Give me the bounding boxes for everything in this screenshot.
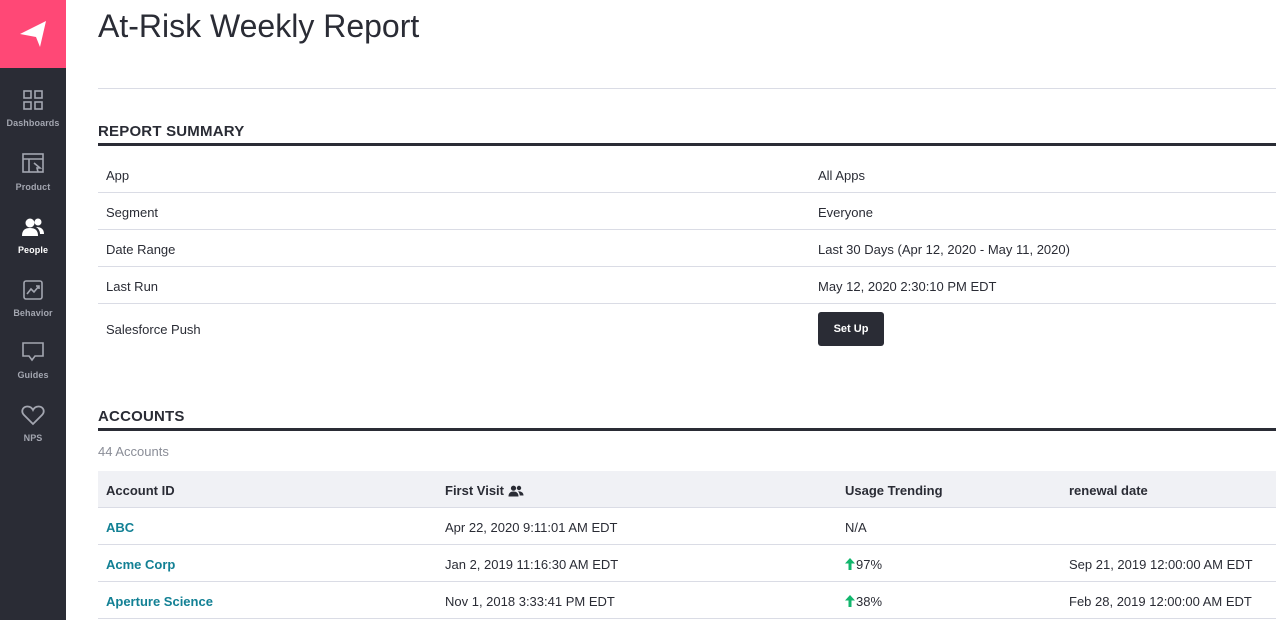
summary-row-date-range: Date Range Last 30 Days (Apr 12, 2020 - … [98,230,1276,267]
summary-value: Everyone [818,205,873,220]
sidebar-item-label: Dashboards [6,118,60,128]
summary-value: May 12, 2020 2:30:10 PM EDT [818,279,997,294]
summary-key: Segment [106,205,159,220]
trend-value: 38% [856,594,883,609]
section-rule [98,143,1276,146]
first-visit-cell: Nov 1, 2018 3:33:41 PM EDT [445,594,615,609]
first-visit-cell: Jan 2, 2019 11:16:30 AM EDT [445,557,619,572]
summary-value: Last 30 Days (Apr 12, 2020 - May 11, 202… [818,242,1070,257]
sidebar-item-nps[interactable]: NPS [0,403,66,443]
people-icon [21,215,45,239]
first-visit-cell: Apr 22, 2020 9:11:01 AM EDT [445,520,618,535]
column-header-label: First Visit [445,483,505,498]
summary-row-segment: Segment Everyone [98,193,1276,230]
chat-icon [21,340,45,364]
sidebar-item-label: Behavior [13,308,53,318]
column-header-renewal-date[interactable]: renewal date [1069,483,1148,498]
account-link[interactable]: Aperture Science [106,594,213,609]
page-title: At-Risk Weekly Report [98,8,420,44]
renewal-date-cell: Feb 28, 2019 12:00:00 AM EDT [1069,594,1252,609]
trend-up-icon [845,595,855,607]
sidebar: Dashboards Product People Behavior Guide… [0,0,66,620]
account-link[interactable]: Acme Corp [106,557,175,572]
chart-icon [21,278,45,302]
sidebar-item-guides[interactable]: Guides [0,340,66,380]
sidebar-item-dashboards[interactable]: Dashboards [0,88,66,128]
usage-trend-cell: 38% [845,594,882,609]
summary-key: App [106,168,130,183]
column-header-usage-trending[interactable]: Usage Trending [845,483,943,498]
renewal-date-cell: Sep 21, 2019 12:00:00 AM EDT [1069,557,1253,572]
summary-key: Salesforce Push [106,322,201,337]
pendo-logo[interactable] [0,0,66,68]
report-summary-heading: REPORT SUMMARY [98,123,245,140]
sidebar-item-label: Product [15,182,51,192]
summary-row-salesforce: Salesforce Push [98,304,1276,354]
trend-up-icon [845,558,855,570]
table-header: Account ID First Visit Usage Trending re… [98,471,1276,508]
usage-trend-cell: 97% [845,557,882,572]
sidebar-item-behavior[interactable]: Behavior [0,278,66,318]
table-row: Acme Corp Jan 2, 2019 11:16:30 AM EDT 97… [98,545,1276,582]
sidebar-item-label: Guides [17,370,49,380]
grid-icon [21,88,45,112]
summary-row-app: App All Apps [98,156,1276,193]
table-row: ABC Apr 22, 2020 9:11:01 AM EDT N/A [98,508,1276,545]
column-header-first-visit[interactable]: First Visit [445,483,524,498]
divider [98,88,1276,89]
summary-row-last-run: Last Run May 12, 2020 2:30:10 PM EDT [98,267,1276,304]
heart-icon [21,403,45,427]
accounts-heading: ACCOUNTS [98,408,185,425]
sidebar-item-product[interactable]: Product [0,152,66,192]
people-icon [508,485,524,497]
trend-value: 97% [856,557,883,572]
accounts-count: 44 Accounts [98,444,169,459]
product-icon [21,152,45,176]
summary-key: Date Range [106,242,176,257]
account-link[interactable]: ABC [106,520,134,535]
sidebar-item-label: People [17,245,49,255]
sidebar-item-people[interactable]: People [0,215,66,255]
summary-value: All Apps [818,168,865,183]
section-rule [98,428,1276,431]
summary-key: Last Run [106,279,159,294]
table-row: Aperture Science Nov 1, 2018 3:33:41 PM … [98,582,1276,619]
sidebar-item-label: NPS [23,433,43,443]
logo-icon [20,21,46,47]
usage-trend-cell: N/A [845,520,867,535]
column-header-account-id[interactable]: Account ID [106,483,175,498]
set-up-button[interactable]: Set Up [818,312,884,346]
